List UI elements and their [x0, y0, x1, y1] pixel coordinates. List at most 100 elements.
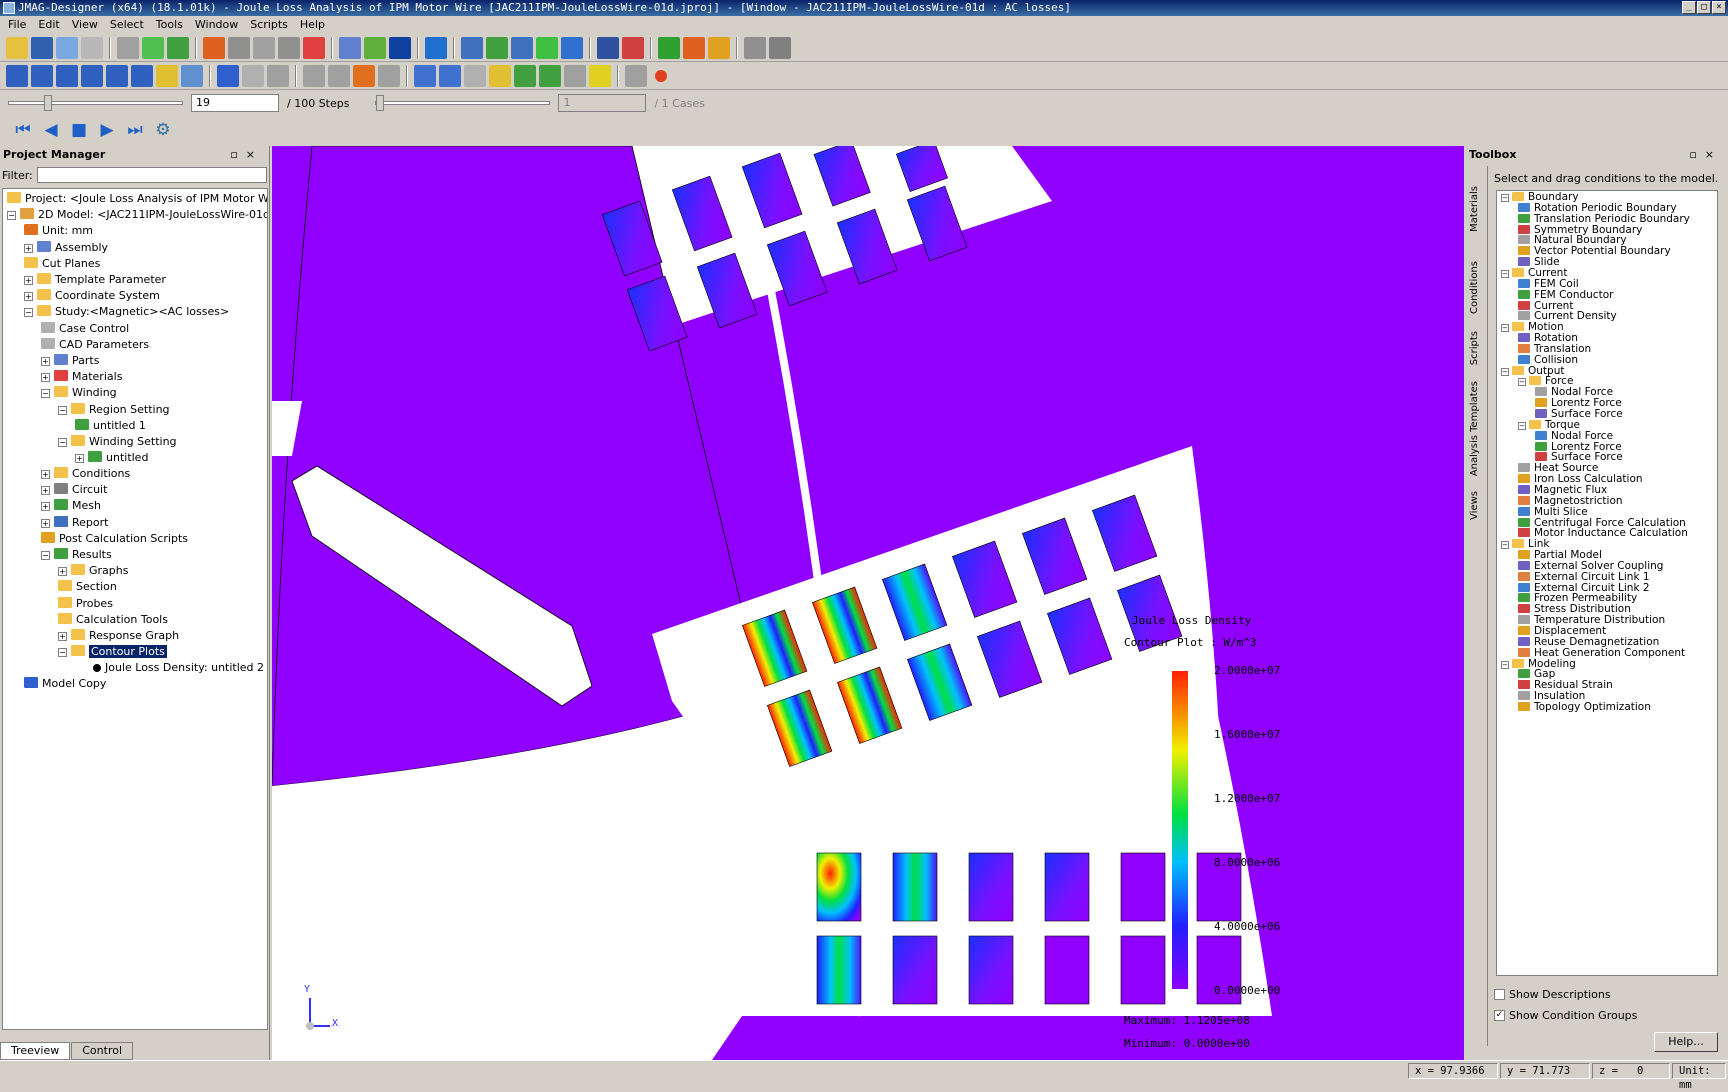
display-part-icon[interactable]	[303, 64, 325, 87]
tree-node[interactable]: + Template Parameter	[24, 272, 166, 288]
expand-icon[interactable]: +	[24, 292, 33, 302]
vtab-conditions[interactable]: Conditions	[1469, 261, 1480, 314]
tab-treeview[interactable]: Treeview	[0, 1042, 71, 1060]
cube-icon[interactable]	[142, 36, 164, 59]
menu-file[interactable]: File	[2, 16, 32, 34]
tree-node[interactable]: + Report	[41, 515, 108, 531]
script-icon[interactable]	[389, 36, 411, 59]
tree-node[interactable]: − Results	[41, 547, 112, 563]
expand-icon[interactable]: +	[41, 470, 50, 479]
step-slider[interactable]	[8, 95, 183, 111]
close-button[interactable]: ×	[1712, 1, 1726, 14]
hidden-line-icon[interactable]	[267, 64, 289, 87]
study-icon[interactable]	[203, 36, 225, 59]
open-icon[interactable]	[6, 36, 28, 59]
tree-node[interactable]: − Region Setting	[58, 402, 170, 418]
collapse-icon[interactable]: −	[1501, 541, 1509, 550]
redo-icon[interactable]	[81, 36, 103, 59]
expand-icon[interactable]: +	[75, 453, 84, 463]
collapse-icon[interactable]: −	[41, 551, 50, 560]
tab-control[interactable]: Control	[71, 1042, 134, 1060]
calculator-icon[interactable]	[622, 36, 644, 59]
view-bottom-icon[interactable]	[131, 64, 153, 87]
tree-node[interactable]: + Conditions	[41, 466, 130, 482]
cylinder-icon[interactable]	[278, 36, 300, 59]
collapse-icon[interactable]: −	[58, 405, 67, 415]
vtab-analysis-templates[interactable]: Analysis Templates	[1469, 381, 1480, 476]
record-icon[interactable]	[655, 69, 667, 82]
select-edge-icon[interactable]	[464, 64, 486, 87]
case-slider[interactable]	[375, 95, 551, 111]
shaded-icon[interactable]	[217, 64, 239, 87]
collapse-icon[interactable]: −	[1501, 324, 1509, 333]
condition-item[interactable]: Topology Optimization	[1518, 701, 1651, 713]
collapse-icon[interactable]: −	[1501, 269, 1509, 278]
view-iso-icon[interactable]	[156, 64, 178, 87]
expand-icon[interactable]: +	[41, 502, 50, 512]
animation-settings-icon[interactable]: ⚙	[152, 119, 174, 141]
expand-icon[interactable]: +	[41, 518, 50, 528]
expand-icon[interactable]: +	[41, 373, 50, 383]
select-icon[interactable]	[461, 36, 483, 59]
print-icon[interactable]	[117, 36, 139, 59]
expand-icon[interactable]: +	[24, 243, 33, 253]
menu-scripts[interactable]: Scripts	[244, 16, 294, 34]
menu-edit[interactable]: Edit	[32, 16, 65, 34]
select-part-icon[interactable]	[414, 64, 436, 87]
tree-node[interactable]: Case Control	[41, 321, 129, 337]
collapse-icon[interactable]: −	[1518, 378, 1526, 387]
vtab-views[interactable]: Views	[1469, 491, 1480, 520]
tree-node[interactable]: Model Copy	[24, 676, 106, 692]
select-face-icon[interactable]	[439, 64, 461, 87]
tree-node[interactable]: − 2D Model: <JAC211IPM-JouleLossWire-01d>	[7, 207, 267, 223]
collapse-icon[interactable]: −	[1501, 194, 1509, 202]
tree-node[interactable]: − Study:<Magnetic><AC losses>	[24, 304, 229, 320]
zoom-icon[interactable]	[486, 36, 508, 59]
collapse-icon[interactable]: −	[24, 308, 33, 318]
collapse-icon[interactable]: −	[1501, 367, 1509, 376]
settings-icon[interactable]	[708, 36, 730, 59]
view-left-icon[interactable]	[56, 64, 78, 87]
save-icon[interactable]	[31, 36, 53, 59]
case-input[interactable]: 1	[558, 94, 647, 112]
select-element-icon[interactable]	[514, 64, 536, 87]
display-mesh-icon[interactable]	[353, 64, 375, 87]
close-panel-icon[interactable]: ×	[246, 148, 263, 161]
view-back-icon[interactable]	[31, 64, 53, 87]
model-icon[interactable]	[167, 36, 189, 59]
help-button[interactable]: Help...	[1654, 1032, 1718, 1052]
last-step-icon[interactable]: ⏭	[124, 119, 146, 141]
camera-icon[interactable]	[625, 64, 647, 87]
graph-icon[interactable]	[339, 36, 361, 59]
contour-icon[interactable]	[364, 36, 386, 59]
contour-plot-canvas[interactable]	[272, 146, 1464, 1060]
view-front-icon[interactable]	[6, 64, 28, 87]
float-icon[interactable]: ▫	[230, 148, 245, 161]
tree-node[interactable]: − Winding Setting	[58, 434, 177, 450]
show-descriptions-option[interactable]: Show Descriptions	[1494, 988, 1611, 1001]
menu-view[interactable]: View	[66, 16, 104, 34]
expand-icon[interactable]: +	[41, 357, 50, 366]
maximize-button[interactable]: □	[1697, 1, 1711, 14]
probe-icon[interactable]	[597, 36, 619, 59]
stop-icon[interactable]: ■	[68, 119, 90, 141]
tree-node[interactable]: + untitled	[75, 450, 148, 466]
tree-node[interactable]: untitled 1	[75, 418, 146, 434]
layout-icon[interactable]	[769, 36, 791, 59]
tree-node[interactable]: Post Calculation Scripts	[41, 531, 188, 547]
minimize-button[interactable]: _	[1682, 1, 1696, 14]
step-slider-thumb[interactable]	[44, 95, 52, 111]
collapse-icon[interactable]: −	[58, 648, 67, 658]
circle-select-icon[interactable]	[683, 36, 705, 59]
mesh-icon[interactable]	[228, 36, 250, 59]
tree-node[interactable]: − Contour Plots	[58, 644, 167, 660]
zoom-box-icon[interactable]	[511, 36, 533, 59]
expand-icon[interactable]: +	[24, 276, 33, 285]
expand-icon[interactable]: +	[58, 632, 67, 641]
menu-select[interactable]: Select	[104, 16, 150, 34]
window-icon[interactable]	[744, 36, 766, 59]
expand-icon[interactable]: +	[58, 567, 67, 577]
previous-step-icon[interactable]: ◀	[40, 119, 62, 141]
tree-node[interactable]: + Materials	[41, 369, 122, 385]
tree-node[interactable]: Cut Planes	[24, 256, 100, 272]
